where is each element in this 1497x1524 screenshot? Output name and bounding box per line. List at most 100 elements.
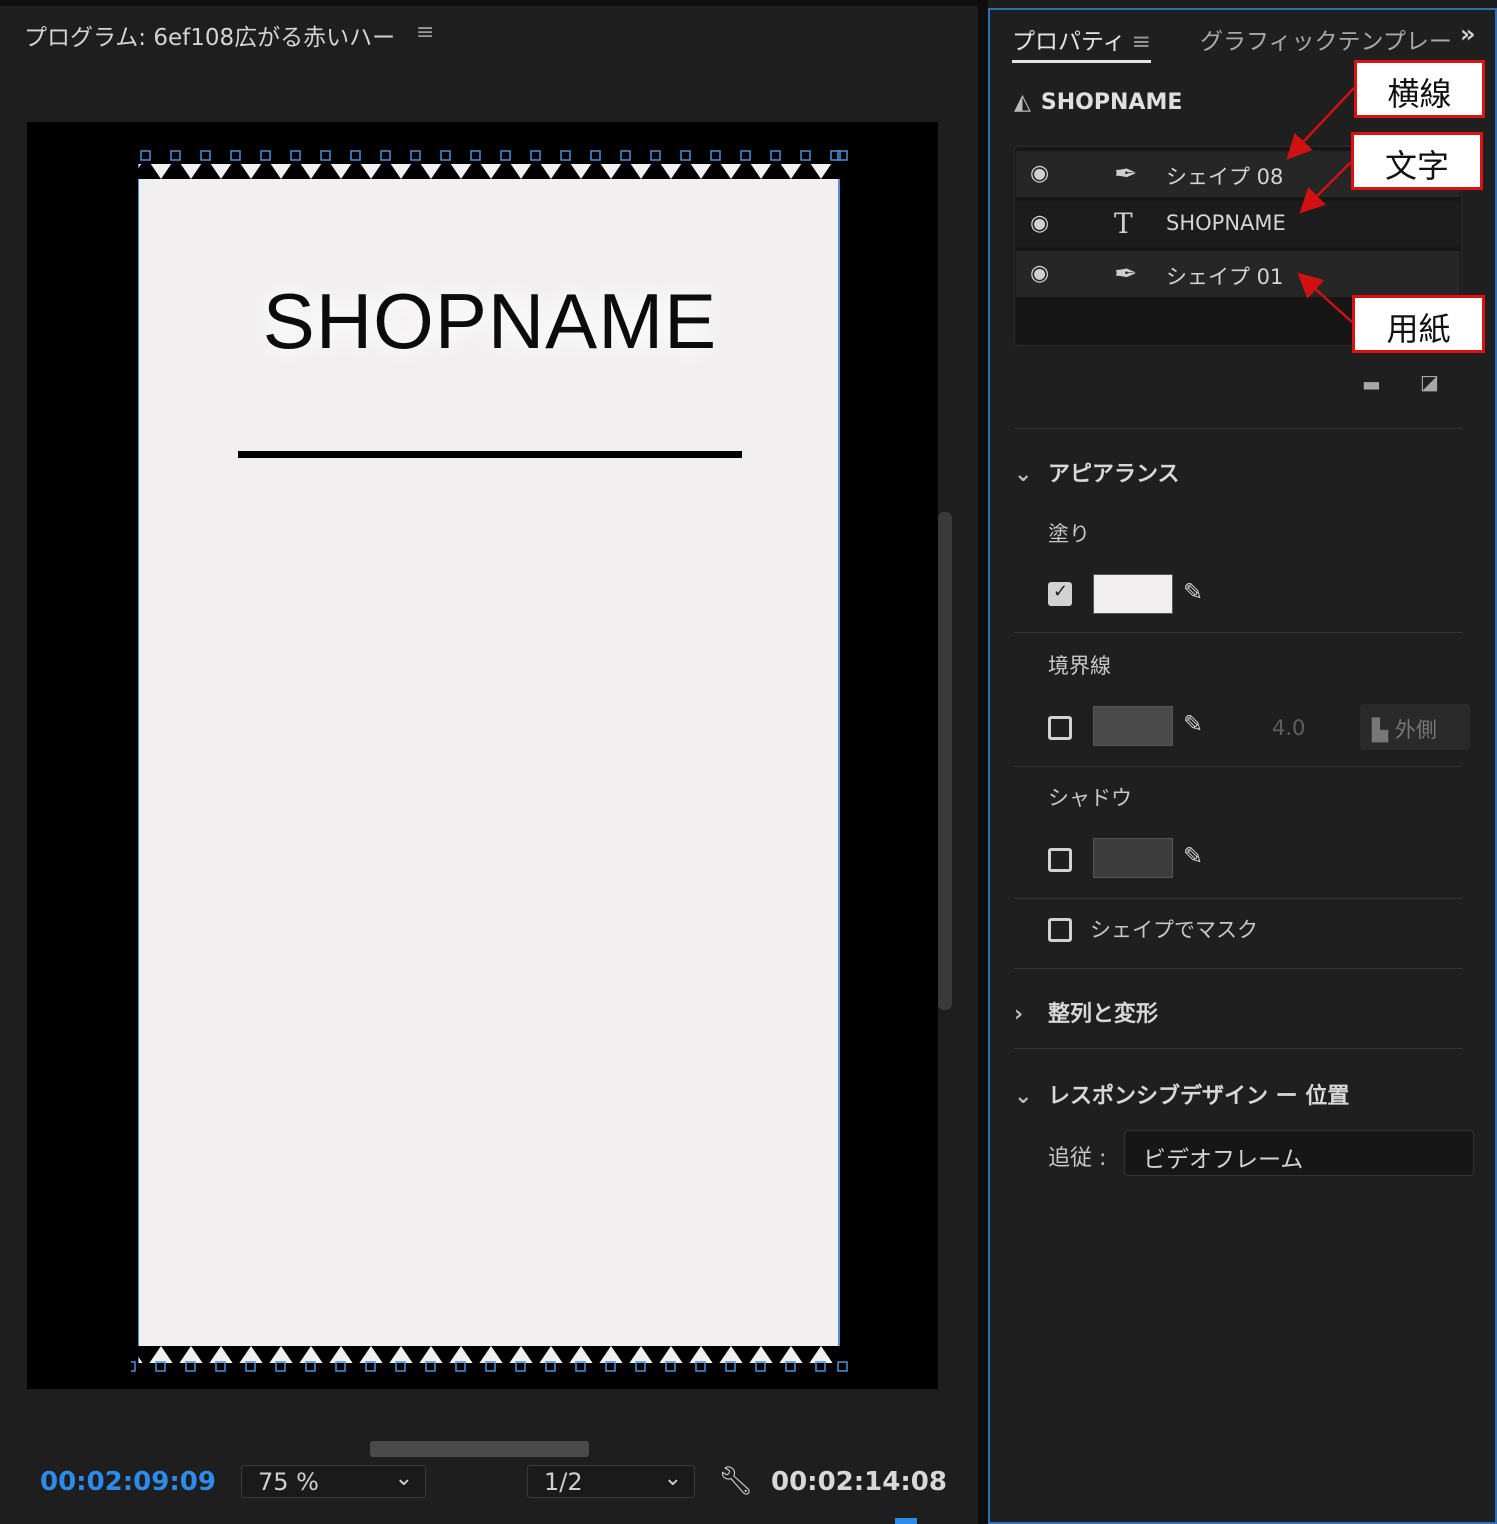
horizontal-scrollbar[interactable]: [370, 1441, 589, 1457]
shadow-label: シャドウ: [1048, 786, 1132, 810]
canvas-shopname-text[interactable]: SHOPNAME: [139, 276, 841, 367]
receipt-paper-shape[interactable]: SHOPNAME: [138, 164, 840, 1363]
shadow-color-swatch[interactable]: [1093, 838, 1173, 878]
chevron-down-icon: ⌄: [394, 1466, 413, 1491]
follow-label: 追従 :: [1048, 1146, 1107, 1171]
selection-handle[interactable]: [275, 1361, 286, 1372]
eye-visibility-icon[interactable]: ◉: [1030, 211, 1049, 236]
video-canvas[interactable]: SHOPNAME: [27, 122, 938, 1389]
selection-handle[interactable]: [185, 1361, 196, 1372]
eyedropper-icon[interactable]: ✎: [1183, 710, 1203, 738]
selection-handle[interactable]: [305, 1361, 316, 1372]
stroke-checkbox[interactable]: [1048, 716, 1072, 740]
tab-graphics-label: グラフィックテンプレート: [1200, 29, 1450, 55]
panel-divider[interactable]: [978, 0, 988, 1524]
wrench-settings-icon[interactable]: 🔧︎: [718, 1464, 754, 1497]
properties-panel: プロパティ ≡ グラフィックテンプレート » ◭ SHOPNAME ◉ ✒ シェイプ…: [988, 8, 1497, 1524]
stroke-width-value[interactable]: 4.0: [1272, 716, 1305, 740]
selection-handle[interactable]: [131, 1361, 136, 1372]
mask-with-shape-checkbox[interactable]: [1048, 918, 1072, 942]
fill-color-swatch[interactable]: [1093, 574, 1173, 614]
selection-handle[interactable]: [695, 1361, 706, 1372]
tab-properties[interactable]: プロパティ ≡: [1012, 22, 1151, 63]
shapes-icon: ◭: [1014, 90, 1031, 115]
tab-menu-icon[interactable]: ≡: [1132, 29, 1151, 55]
section-divider: [1014, 766, 1462, 767]
selection-handle[interactable]: [455, 1361, 466, 1372]
follow-dropdown[interactable]: ビデオフレーム: [1124, 1130, 1474, 1176]
current-timecode[interactable]: 00:02:09:09: [40, 1467, 216, 1497]
zigzag-top-edge: [131, 150, 851, 179]
selection-handle[interactable]: [605, 1361, 616, 1372]
program-monitor-title[interactable]: プログラム: 6ef108広がる赤いハー: [24, 18, 395, 52]
selection-handle[interactable]: [515, 1361, 526, 1372]
zoom-dropdown[interactable]: 75 % ⌄: [241, 1465, 426, 1498]
selection-handle[interactable]: [725, 1361, 736, 1372]
tab-graphics-templates[interactable]: グラフィックテンプレート: [1200, 22, 1450, 56]
eye-visibility-icon[interactable]: ◉: [1030, 261, 1049, 286]
panel-overflow-icon[interactable]: »: [1460, 20, 1476, 48]
shadow-checkbox[interactable]: [1048, 848, 1072, 872]
layer-row-shopname[interactable]: ◉ T SHOPNAME: [1016, 201, 1460, 249]
eyedropper-icon[interactable]: ✎: [1183, 842, 1203, 870]
selection-handle[interactable]: [365, 1361, 376, 1372]
align-transform-section-header[interactable]: › 整列と変形: [1014, 996, 1158, 1028]
layer-name: SHOPNAME: [1166, 211, 1286, 235]
selection-handle[interactable]: [545, 1361, 556, 1372]
responsive-title: レスポンシブデザイン ー 位置: [1048, 1084, 1350, 1109]
section-divider: [1014, 968, 1462, 969]
selection-handle[interactable]: [215, 1361, 226, 1372]
chevron-right-icon: ›: [1014, 1002, 1024, 1027]
selection-handle[interactable]: [425, 1361, 436, 1372]
section-divider: [1014, 428, 1462, 429]
document-icon: ▙: [1372, 718, 1389, 742]
selection-handle[interactable]: [485, 1361, 496, 1372]
annotation-text: 文字: [1351, 132, 1483, 190]
vertical-scrollbar[interactable]: [938, 512, 952, 1010]
pen-icon: ✒: [1114, 157, 1138, 190]
total-duration-timecode: 00:02:14:08: [771, 1467, 947, 1497]
selection-handle[interactable]: [575, 1361, 586, 1372]
selection-handle[interactable]: [335, 1361, 346, 1372]
playhead-marker: [895, 1518, 917, 1524]
responsive-section-header[interactable]: ⌄ レスポンシブデザイン ー 位置: [1014, 1078, 1349, 1110]
stroke-position-value: 外側: [1394, 718, 1437, 742]
graphic-layer-header: ◭ SHOPNAME: [1014, 90, 1182, 115]
eyedropper-icon[interactable]: ✎: [1183, 578, 1203, 606]
canvas-horizontal-line[interactable]: [238, 451, 742, 458]
text-icon: T: [1114, 207, 1133, 240]
layer-name: シェイプ 08: [1166, 165, 1284, 189]
layer-name: シェイプ 01: [1166, 265, 1284, 289]
selection-handle[interactable]: [755, 1361, 766, 1372]
selection-handle[interactable]: [155, 1361, 166, 1372]
follow-value: ビデオフレーム: [1143, 1147, 1304, 1173]
new-layer-icon[interactable]: ◪: [1420, 370, 1439, 394]
stroke-label: 境界線: [1048, 654, 1111, 678]
selection-handle[interactable]: [665, 1361, 676, 1372]
eye-visibility-icon[interactable]: ◉: [1030, 161, 1049, 186]
selection-handle[interactable]: [837, 1361, 848, 1372]
graphic-name: SHOPNAME: [1040, 90, 1183, 115]
section-divider: [1014, 898, 1462, 899]
stroke-position-dropdown[interactable]: ▙ 外側: [1360, 704, 1470, 750]
chevron-down-icon: ⌄: [1014, 462, 1033, 487]
pen-icon: ✒: [1114, 257, 1138, 290]
panel-menu-icon[interactable]: ≡: [416, 20, 434, 45]
section-divider: [1014, 1048, 1462, 1049]
new-group-folder-icon[interactable]: ▬: [1362, 372, 1381, 396]
layer-row-shape-01[interactable]: ◉ ✒ シェイプ 01: [1016, 251, 1460, 299]
stroke-color-swatch[interactable]: [1093, 706, 1173, 746]
selection-handle[interactable]: [635, 1361, 646, 1372]
resolution-dropdown[interactable]: 1/2 ⌄: [527, 1465, 695, 1498]
selection-handle[interactable]: [395, 1361, 406, 1372]
tab-properties-label: プロパティ: [1012, 29, 1126, 55]
selection-handle[interactable]: [245, 1361, 256, 1372]
appearance-title: アピアランス: [1048, 462, 1180, 487]
fill-label: 塗り: [1048, 522, 1090, 546]
selection-handle[interactable]: [785, 1361, 796, 1372]
selection-handle[interactable]: [815, 1361, 826, 1372]
zoom-value: 75 %: [258, 1468, 319, 1496]
fill-checkbox[interactable]: [1048, 581, 1072, 606]
appearance-section-header[interactable]: ⌄ アピアランス: [1014, 456, 1180, 488]
annotation-horizontal-line: 横線: [1354, 60, 1485, 118]
